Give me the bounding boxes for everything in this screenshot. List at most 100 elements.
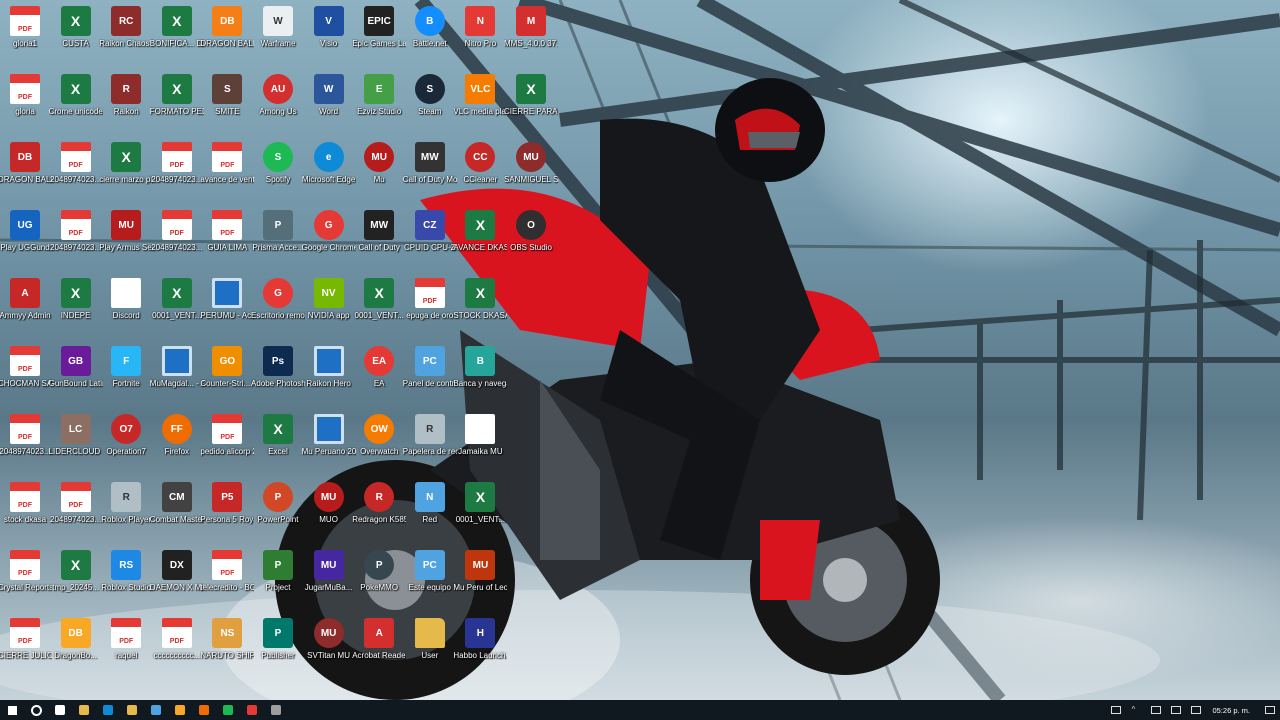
desktop-icon[interactable]: Ps Adobe Photoshop [251, 346, 305, 412]
desktop-icon[interactable]: O7 Operation7 [101, 414, 151, 480]
language-icon[interactable] [1191, 706, 1202, 714]
network-icon[interactable] [1151, 706, 1162, 714]
volume-icon[interactable] [1171, 706, 1182, 714]
desktop-icon[interactable]: NV NVIDIA app [304, 278, 354, 344]
desktop-icon[interactable]: LC LIDERCLOUD - Creado co... [49, 414, 103, 480]
desktop-icon[interactable]: MU Play Armus Season 8 [99, 210, 153, 276]
desktop-icon[interactable]: H Habbo Launcher [453, 618, 507, 684]
desktop-icon[interactable]: MW Call of Duty [354, 210, 404, 276]
spotify-icon[interactable] [216, 700, 240, 720]
desktop-icon[interactable]: S Steam [405, 74, 455, 140]
mail-icon[interactable] [144, 700, 168, 720]
desktop-icon[interactable]: CM Combat Master [150, 482, 204, 548]
search-icon[interactable] [24, 700, 48, 720]
desktop-icon[interactable]: DB DragonBo... [51, 618, 101, 684]
desktop-icon[interactable]: UG Play UGGund [0, 210, 50, 276]
desktop-icon[interactable]: OW Overwatch [354, 414, 404, 480]
desktop-icon[interactable]: V Visio [304, 6, 354, 72]
desktop-icon[interactable]: R Raikon [101, 74, 151, 140]
desktop-icon[interactable]: X INDEPE [51, 278, 101, 344]
desktop-icon[interactable]: MuMagdal... - Acceso dir... [150, 346, 204, 412]
desktop-icon[interactable]: MU SVTitan MU [304, 618, 354, 684]
file-explorer-icon[interactable] [72, 700, 96, 720]
desktop-icon[interactable]: MU MUO [304, 482, 354, 548]
desktop-icon[interactable]: X 0001_VENT... [455, 482, 505, 548]
youtube-icon[interactable] [240, 700, 264, 720]
chevron-up-icon[interactable]: ^ [1131, 706, 1141, 714]
desktop-icon[interactable]: CZ CPUID CPU-Z [404, 210, 456, 276]
desktop-icon[interactable]: Discord [101, 278, 151, 344]
desktop-icon[interactable]: PERUMU - Acceso ... [200, 278, 254, 344]
desktop-icon[interactable]: MU SANMIGUEL S6 EP3 [504, 142, 558, 208]
desktop-icon[interactable]: PC Este equipo [405, 550, 455, 616]
desktop-icon[interactable]: AU Among Us [253, 74, 303, 140]
desktop-icon[interactable]: X Excel [253, 414, 303, 480]
desktop-icon[interactable]: R Papelera de reciclaje [403, 414, 457, 480]
desktop-icon[interactable]: W Word [304, 74, 354, 140]
desktop-icon[interactable]: PDF pedido alicorp 2 [200, 414, 254, 480]
clock[interactable]: 05:26 p. m. [1212, 706, 1250, 715]
desktop-icon[interactable]: X CUSTA [51, 6, 101, 72]
desktop-icon[interactable]: PDF avance de ventas mayo [200, 142, 254, 208]
desktop-icon[interactable]: W Warframe [253, 6, 303, 72]
desktop-icon[interactable]: PDF CHOCMAN SALIDA [0, 346, 52, 412]
desktop-icon[interactable]: DB DRAGON BALL Fi... [200, 6, 254, 72]
desktop-icon[interactable]: PDF 2048974023... [50, 482, 101, 548]
desktop-icon[interactable]: PDF GUIA LIMA [202, 210, 252, 276]
desktop-icon[interactable]: GB GunBound Latino [49, 346, 103, 412]
desktop-icon[interactable]: Xcierre marzo paracas [99, 142, 153, 208]
desktop-icon[interactable]: P PokeMMO [354, 550, 404, 616]
desktop-icon[interactable]: PDF 2048974023... [50, 210, 101, 276]
folder-icon[interactable] [120, 700, 144, 720]
desktop-icon[interactable]: MU Mu Peru of Leon [453, 550, 507, 616]
desktop-icon[interactable]: PDF 2048974023... [50, 142, 101, 208]
task-view-icon[interactable] [48, 700, 72, 720]
desktop-icon[interactable]: PC Panel de control [403, 346, 457, 412]
desktop-icon[interactable]: X FORMATO PEDIDO_P... [150, 74, 204, 140]
desktop-icon[interactable]: PDF 2048974023... [0, 414, 51, 480]
desktop-icon[interactable]: P PowerPoint [253, 482, 303, 548]
app-icon[interactable] [168, 700, 192, 720]
desktop-icon[interactable]: User [405, 618, 455, 684]
desktop-icon[interactable]: P Project [253, 550, 303, 616]
notifications-icon[interactable] [1265, 706, 1275, 714]
desktop-icon[interactable]: MU JugarMuBa... [304, 550, 354, 616]
desktop-icon[interactable]: PDF telecredito - BCP [200, 550, 254, 616]
desktop-icon[interactable]: Jamaika MU [455, 414, 505, 480]
desktop-icon[interactable]: PDF gloria [0, 74, 50, 140]
desktop-icon[interactable]: RS Roblox Studio [101, 550, 151, 616]
desktop-icon[interactable]: VLC VLC media player [453, 74, 507, 140]
desktop-icon[interactable]: P5 Persona 5 Royal [200, 482, 254, 548]
desktop-icon[interactable]: A Ammyy Admin [0, 278, 51, 344]
desktop-icon[interactable]: MU Mu [354, 142, 404, 208]
desktop-icon[interactable]: e Microsoft Edge [302, 142, 355, 208]
desktop-icon[interactable]: G Escritorio remoto... [251, 278, 305, 344]
desktop-icon[interactable]: MW Call of Duty Modern... [403, 142, 457, 208]
desktop-icon[interactable]: B Banca y navegaci... [453, 346, 507, 412]
desktop-icon[interactable]: P Prisma Acce... [252, 210, 304, 276]
desktop-icon[interactable]: EPIC Epic Games Launcher [352, 6, 406, 72]
desktop-icon[interactable]: RC Raikon Chaos Force [99, 6, 153, 72]
desktop-icon[interactable]: GO Counter-Stri... Global Offe... [200, 346, 254, 412]
desktop-icon[interactable]: FF Firefox [152, 414, 202, 480]
desktop-icon[interactable]: B Battle.net [405, 6, 455, 72]
desktop-icon[interactable]: PDF stock dkasa [0, 482, 50, 548]
desktop-icon[interactable]: R Redragon K585RG... [352, 482, 406, 548]
edge-icon[interactable] [96, 700, 120, 720]
desktop-icon[interactable]: X STOCK DKASA [453, 278, 507, 344]
desktop-icon[interactable]: X 0001_VENT... [152, 278, 202, 344]
desktop-icon[interactable]: Raikon Hero [304, 346, 354, 412]
desktop-icon[interactable]: CC CCleaner [455, 142, 505, 208]
desktop-icon[interactable]: NS NARUTO SHIPPUDE... [200, 618, 254, 684]
desktop-icon[interactable]: PDF CIERRE JULIO DKASA [0, 618, 52, 684]
desktop-icon[interactable]: DB DRAGON BALL S... [0, 142, 52, 208]
desktop-icon[interactable]: O OBS Studio [506, 210, 556, 276]
obs-icon[interactable] [264, 700, 288, 720]
desktop-icon[interactable]: N Red [405, 482, 455, 548]
desktop-icon[interactable]: S Spotify [253, 142, 303, 208]
desktop-icon[interactable]: Mu Peruano 2024 [302, 414, 356, 480]
desktop-icon[interactable]: PDF raquel [101, 618, 151, 684]
desktop-icon[interactable]: X BONIFICA... DE PATITO [150, 6, 204, 72]
desktop-icon[interactable]: A Acrobat Reader DC [352, 618, 406, 684]
desktop-icon[interactable]: F Fortnite [101, 346, 151, 412]
